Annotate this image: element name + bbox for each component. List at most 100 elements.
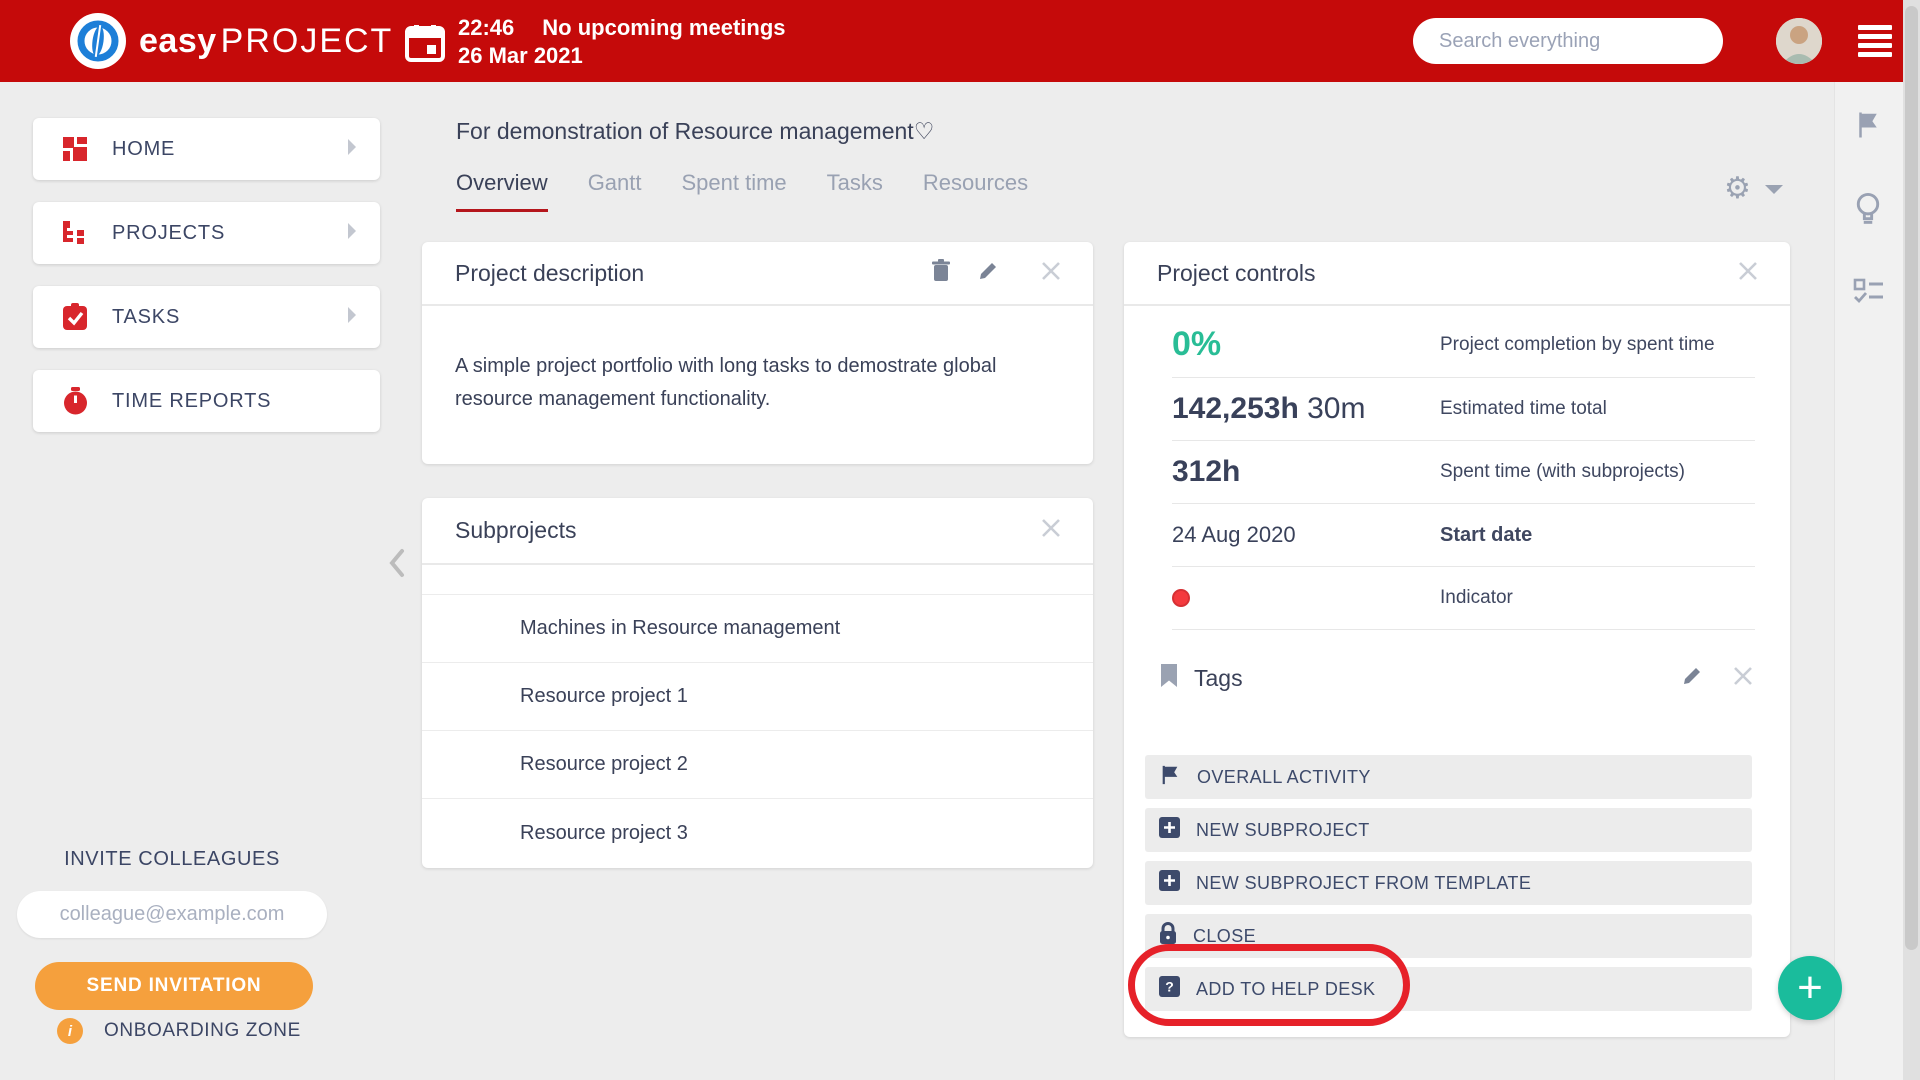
page-title: For demonstration of Resource management… xyxy=(456,118,934,145)
plus-square-icon xyxy=(1159,817,1180,843)
onboarding-zone-label: ONBOARDING ZONE xyxy=(104,1020,301,1041)
project-title-text: For demonstration of Resource management xyxy=(456,118,914,144)
project-description-text: A simple project portfolio with long tas… xyxy=(455,355,997,410)
subproject-link[interactable]: Resource project 3 xyxy=(422,799,1093,867)
search-input[interactable] xyxy=(1413,18,1723,64)
invite-email-field[interactable] xyxy=(17,891,327,938)
lightbulb-icon[interactable] xyxy=(1853,192,1883,231)
completion-value: 0% xyxy=(1172,325,1222,363)
spent-label: Spent time (with subprojects) xyxy=(1440,461,1685,482)
card-header: Project controls xyxy=(1124,242,1790,306)
brand-project: PROJECT xyxy=(220,21,394,60)
question-square-icon: ? xyxy=(1159,976,1180,1002)
red-indicator-icon xyxy=(1172,589,1190,607)
sidebar-item-home[interactable]: HOME xyxy=(33,118,380,180)
tab-resources[interactable]: Resources xyxy=(923,170,1028,212)
hamburger-menu-icon[interactable] xyxy=(1858,25,1892,61)
page-settings-control[interactable]: ⚙ xyxy=(1724,174,1783,204)
project-controls-card: Project controls 0% Project completion b… xyxy=(1124,242,1790,1037)
tab-gantt[interactable]: Gantt xyxy=(588,170,642,212)
logo-icon xyxy=(70,13,126,69)
current-date: 26 Mar 2021 xyxy=(458,43,583,68)
card-header: Project description xyxy=(422,242,1093,306)
start-date-label: Start date xyxy=(1440,523,1533,546)
action-overall-activity[interactable]: OVERALL ACTIVITY xyxy=(1145,755,1752,799)
close-icon[interactable] xyxy=(1736,259,1760,288)
onboarding-zone-link[interactable]: i ONBOARDING ZONE xyxy=(57,1018,301,1044)
action-new-subproject[interactable]: NEW SUBPROJECT xyxy=(1145,808,1752,852)
easy-project-app: easy PROJECT 22:46 No upcoming meetings 26… xyxy=(0,0,1920,1080)
add-fab-button[interactable]: + xyxy=(1778,956,1842,1020)
user-avatar[interactable] xyxy=(1776,18,1822,64)
flag-icon xyxy=(1159,764,1181,791)
flag-icon[interactable] xyxy=(1853,110,1883,145)
sidebar-item-time-reports[interactable]: TIME REPORTS xyxy=(33,370,380,432)
close-icon[interactable] xyxy=(1731,664,1755,693)
indicator-dot xyxy=(1172,589,1440,607)
subproject-link[interactable]: Resource project 2 xyxy=(422,731,1093,799)
svg-text:?: ? xyxy=(1165,979,1174,995)
subprojects-card: Subprojects Machines in Resource managem… xyxy=(422,498,1093,868)
edit-pencil-icon[interactable] xyxy=(1681,665,1703,692)
sidebar-item-projects[interactable]: PROJECTS xyxy=(33,202,380,264)
action-close-project[interactable]: CLOSE xyxy=(1145,914,1752,958)
top-header-bar: easy PROJECT 22:46 No upcoming meetings 26… xyxy=(0,0,1903,82)
send-invitation-button[interactable]: SEND INVITATION xyxy=(35,962,313,1010)
card-header: Subprojects xyxy=(422,498,1093,565)
card-title: Subprojects xyxy=(455,517,577,543)
spacer xyxy=(422,565,1093,595)
stat-row-indicator: Indicator xyxy=(1172,567,1755,630)
meetings-status: No upcoming meetings xyxy=(542,15,786,40)
current-time: 22:46 xyxy=(458,15,515,40)
gear-icon[interactable]: ⚙ xyxy=(1724,174,1751,204)
tags-section-header: Tags xyxy=(1160,664,1755,693)
project-tabs: Overview Gantt Spent time Tasks Resource… xyxy=(456,170,1028,212)
sidebar-item-tasks[interactable]: TASKS xyxy=(33,286,380,348)
favorite-heart-icon[interactable]: ♡ xyxy=(914,118,935,144)
tab-tasks[interactable]: Tasks xyxy=(827,170,883,212)
tab-spent-time[interactable]: Spent time xyxy=(682,170,787,212)
subproject-link[interactable]: Resource project 1 xyxy=(422,663,1093,731)
card-title: Project description xyxy=(455,259,645,286)
projects-tree-icon xyxy=(60,220,90,246)
completion-label: Project completion by spent time xyxy=(1440,333,1715,355)
subproject-link[interactable]: Machines in Resource management xyxy=(422,595,1093,663)
trash-icon[interactable] xyxy=(931,259,951,287)
estimated-label: Estimated time total xyxy=(1440,398,1607,419)
info-icon: i xyxy=(57,1018,83,1044)
easy-project-logo[interactable]: easy PROJECT xyxy=(70,13,393,69)
stat-row-spent: 312h Spent time (with subprojects) xyxy=(1172,441,1755,504)
calendar-icon[interactable] xyxy=(405,24,445,67)
chevron-right-icon xyxy=(346,222,358,245)
estimated-value: 142,253h 30m xyxy=(1172,392,1366,425)
collapse-sidebar-chevron[interactable] xyxy=(388,548,406,583)
lock-icon xyxy=(1159,922,1177,950)
home-dashboard-icon xyxy=(60,136,90,162)
sidebar-item-label: HOME xyxy=(112,137,176,160)
brand-easy: easy xyxy=(139,21,217,60)
spent-value: 312h xyxy=(1172,455,1241,488)
close-icon[interactable] xyxy=(1039,259,1063,288)
brand-text: easy PROJECT xyxy=(139,22,393,61)
action-new-subproject-from-template[interactable]: NEW SUBPROJECT FROM TEMPLATE xyxy=(1145,861,1752,905)
action-add-to-help-desk[interactable]: ? ADD TO HELP DESK xyxy=(1145,967,1752,1011)
plus-square-icon xyxy=(1159,870,1180,896)
edit-pencil-icon[interactable] xyxy=(977,260,999,287)
right-tool-rail xyxy=(1834,82,1903,1080)
page-scrollbar[interactable] xyxy=(1903,0,1920,1080)
card-title: Project controls xyxy=(1157,259,1316,286)
project-action-list: OVERALL ACTIVITY NEW SUBPROJECT NEW SUBP… xyxy=(1145,755,1752,1020)
start-date-value: 24 Aug 2020 xyxy=(1172,522,1296,547)
stat-row-completion: 0% Project completion by spent time xyxy=(1172,306,1755,378)
chevron-right-icon xyxy=(346,138,358,161)
stat-row-start-date: 24 Aug 2020 Start date xyxy=(1172,504,1755,567)
sidebar-item-label: TASKS xyxy=(112,305,181,328)
clock-meetings-block[interactable]: 22:46 No upcoming meetings 26 Mar 2021 xyxy=(458,14,786,70)
tab-overview[interactable]: Overview xyxy=(456,170,548,212)
close-icon[interactable] xyxy=(1039,516,1063,545)
checklist-icon[interactable] xyxy=(1853,278,1885,311)
caret-down-icon[interactable] xyxy=(1764,184,1783,194)
stopwatch-icon xyxy=(60,387,90,415)
scrollbar-thumb[interactable] xyxy=(1905,6,1918,950)
tags-title: Tags xyxy=(1194,665,1243,691)
